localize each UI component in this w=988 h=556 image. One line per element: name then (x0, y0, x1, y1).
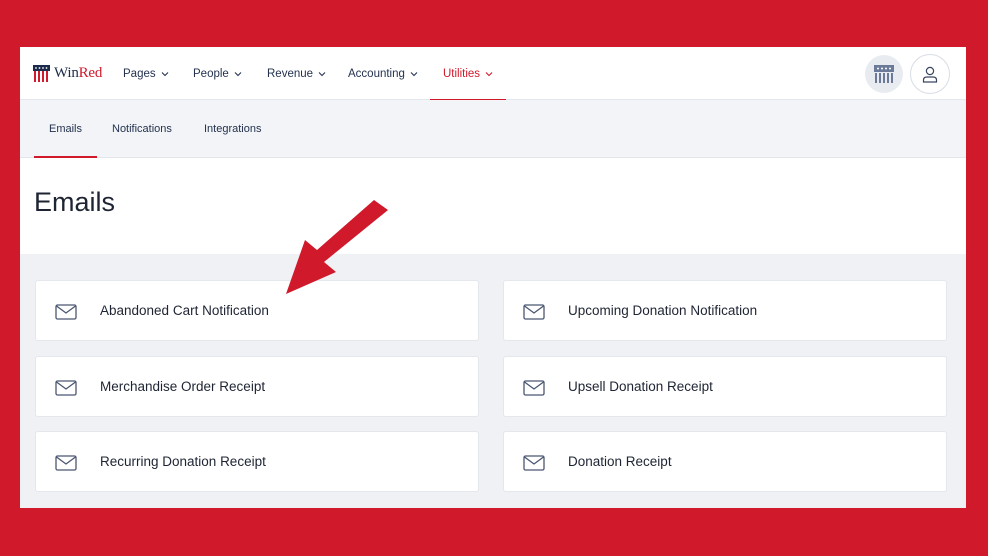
card-upcoming-donation-notification[interactable]: Upcoming Donation Notification (503, 280, 947, 341)
nav-pages[interactable]: Pages (123, 47, 169, 100)
card-label: Donation Receipt (568, 454, 672, 469)
card-upsell-donation-receipt[interactable]: Upsell Donation Receipt (503, 356, 947, 417)
top-navigation: WinRed Pages People Revenue Accounting U… (20, 47, 966, 101)
card-recurring-donation-receipt[interactable]: Recurring Donation Receipt (35, 431, 479, 492)
flag-logo-icon (33, 64, 50, 82)
card-label: Recurring Donation Receipt (100, 454, 266, 469)
nav-utilities[interactable]: Utilities (429, 47, 507, 101)
user-icon (922, 66, 938, 83)
utilities-subnavigation: Emails Notifications Integrations (20, 100, 966, 158)
user-account-button[interactable] (910, 54, 950, 94)
card-label: Upcoming Donation Notification (568, 303, 758, 318)
nav-accounting[interactable]: Accounting (348, 47, 418, 100)
logo-text: WinRed (54, 64, 103, 81)
tab-integrations[interactable]: Integrations (204, 100, 261, 157)
page-title: Emails (34, 187, 116, 217)
envelope-icon (523, 304, 545, 320)
chevron-down-icon (410, 71, 418, 76)
tab-emails[interactable]: Emails (33, 100, 98, 158)
envelope-icon (523, 380, 545, 396)
chevron-down-icon (318, 71, 326, 76)
card-label: Merchandise Order Receipt (100, 379, 266, 394)
chevron-down-icon (485, 71, 493, 76)
app-frame: WinRed Pages People Revenue Accounting U… (20, 47, 966, 508)
card-label: Upsell Donation Receipt (568, 379, 713, 394)
envelope-icon (55, 455, 77, 471)
winred-logo[interactable]: WinRed (33, 63, 102, 83)
flag-organization-icon (874, 65, 894, 83)
card-donation-receipt[interactable]: Donation Receipt (503, 431, 947, 492)
chevron-down-icon (234, 71, 242, 76)
nav-people[interactable]: People (193, 47, 242, 100)
envelope-icon (55, 380, 77, 396)
tab-notifications[interactable]: Notifications (112, 100, 172, 157)
organization-button[interactable] (865, 55, 903, 93)
card-label: Abandoned Cart Notification (100, 303, 269, 318)
envelope-icon (523, 455, 545, 471)
card-merchandise-order-receipt[interactable]: Merchandise Order Receipt (35, 356, 479, 417)
card-abandoned-cart-notification[interactable]: Abandoned Cart Notification (35, 280, 479, 341)
chevron-down-icon (161, 71, 168, 76)
page-header: Emails (20, 158, 966, 254)
nav-revenue[interactable]: Revenue (267, 47, 326, 100)
envelope-icon (55, 304, 77, 320)
